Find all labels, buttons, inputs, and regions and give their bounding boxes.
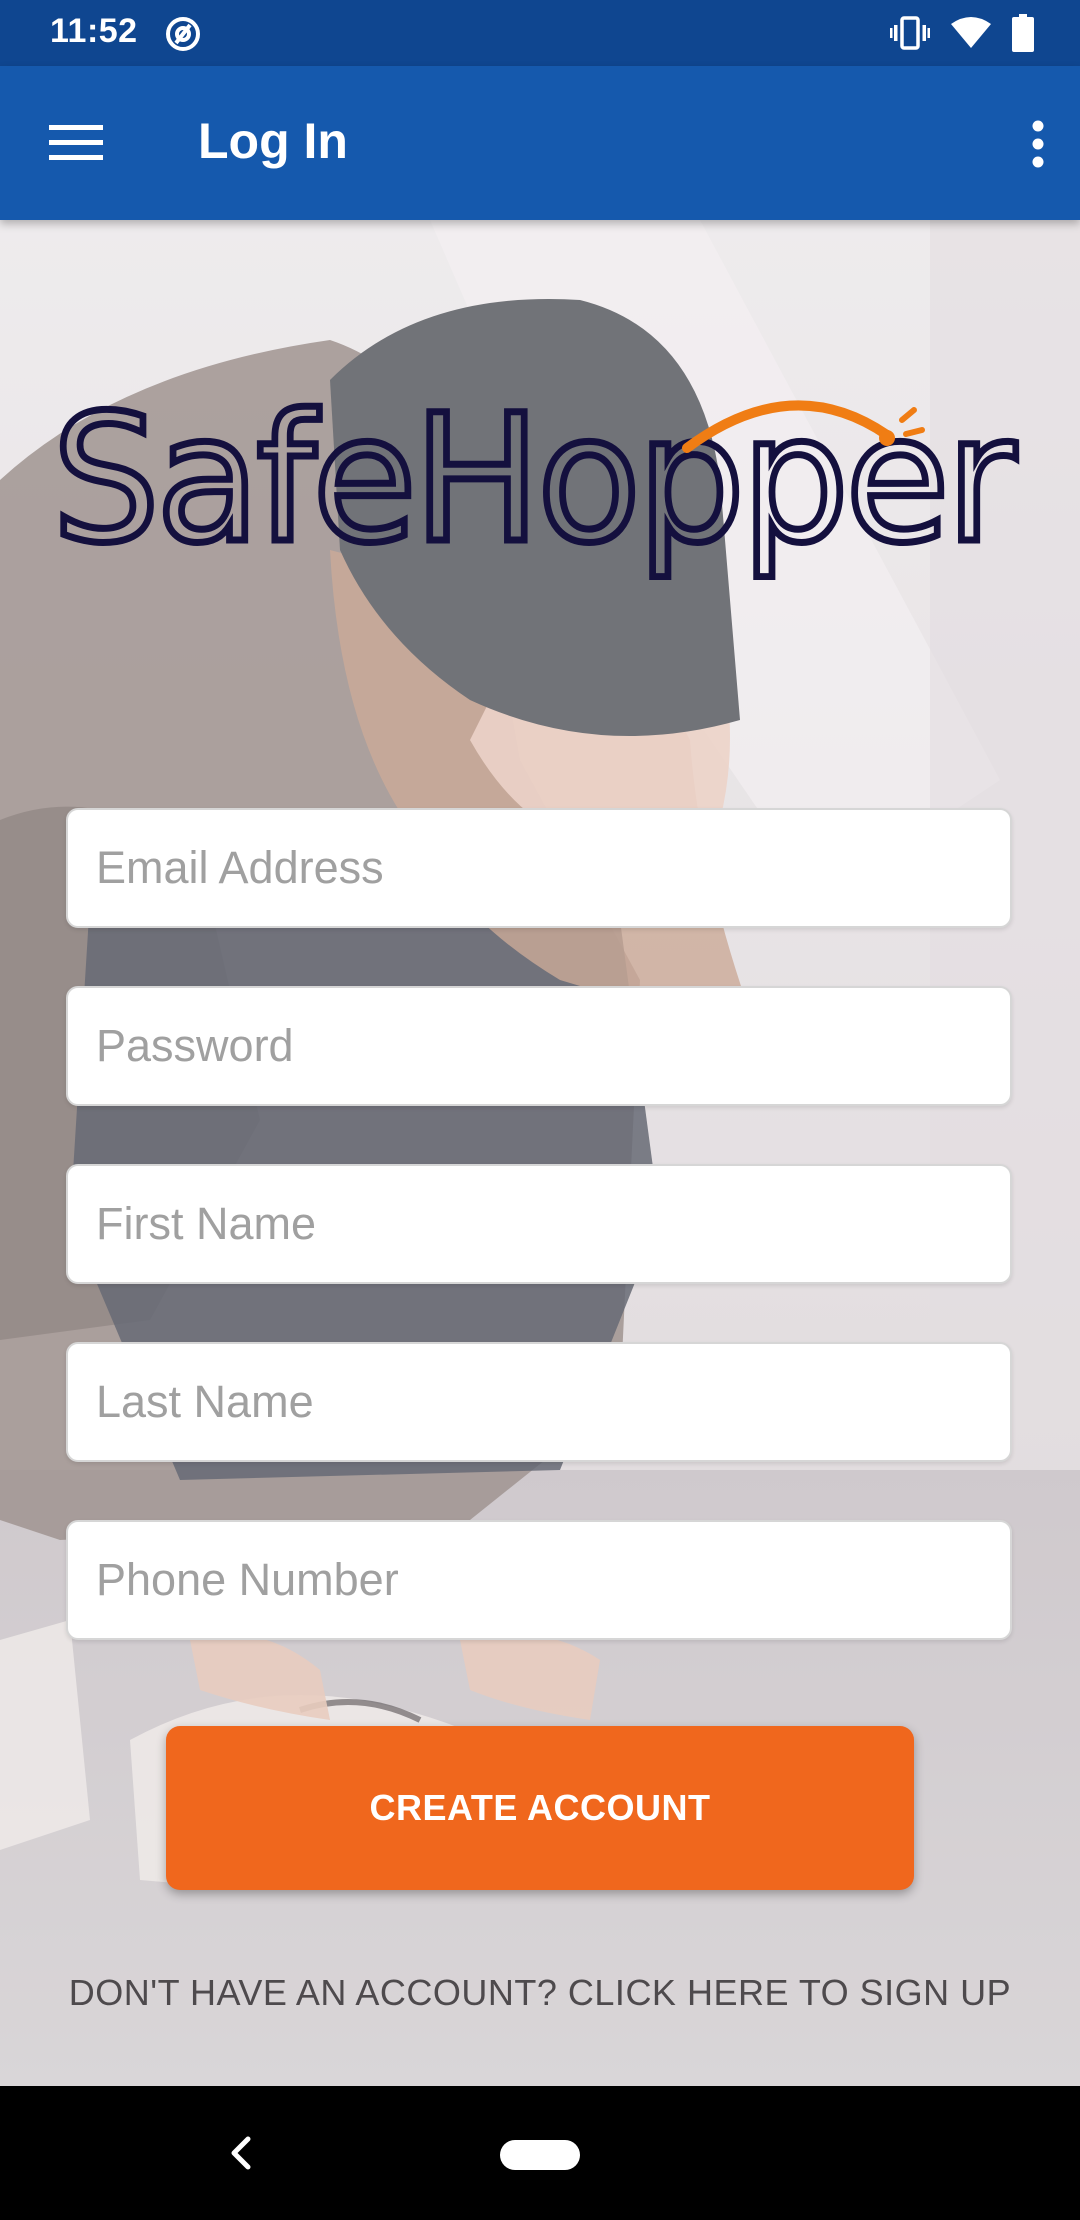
wifi-icon [951,17,991,48]
vibrate-icon [890,16,930,50]
email-input[interactable] [68,810,1010,926]
login-content: SafeHopper CREATE ACCOUNT DON'T HAVE AN … [0,220,1080,2086]
back-icon [231,2136,251,2170]
password-input[interactable] [68,988,1010,1104]
status-time: 11:52 [50,12,138,50]
at-sign-icon [166,17,200,51]
menu-button[interactable] [36,110,116,176]
status-icons [890,12,1034,54]
last-name-input[interactable] [68,1344,1010,1460]
more-vertical-icon [1032,120,1044,168]
page-title: Log In [198,113,348,169]
safehopper-logo: SafeHopper [52,380,1024,580]
first-name-input[interactable] [68,1166,1010,1282]
overflow-menu-button[interactable] [1008,104,1068,184]
first-name-field[interactable] [66,1164,1012,1284]
password-field[interactable] [66,986,1012,1106]
battery-icon [1012,14,1034,52]
logo-text: SafeHopper [52,380,1016,580]
system-nav-bar [0,2086,1080,2220]
phone-input[interactable] [68,1522,1010,1638]
signup-link[interactable]: DON'T HAVE AN ACCOUNT? CLICK HERE TO SIG… [0,1972,1080,2014]
hamburger-menu-icon [49,125,103,160]
last-name-field[interactable] [66,1342,1012,1462]
phone-field[interactable] [66,1520,1012,1640]
create-account-button[interactable]: CREATE ACCOUNT [166,1726,914,1890]
nav-back-button[interactable] [210,2120,270,2186]
email-field[interactable] [66,808,1012,928]
home-pill-icon[interactable] [500,2140,580,2170]
status-bar: 11:52 [0,0,1080,66]
app-bar: Log In [0,66,1080,220]
